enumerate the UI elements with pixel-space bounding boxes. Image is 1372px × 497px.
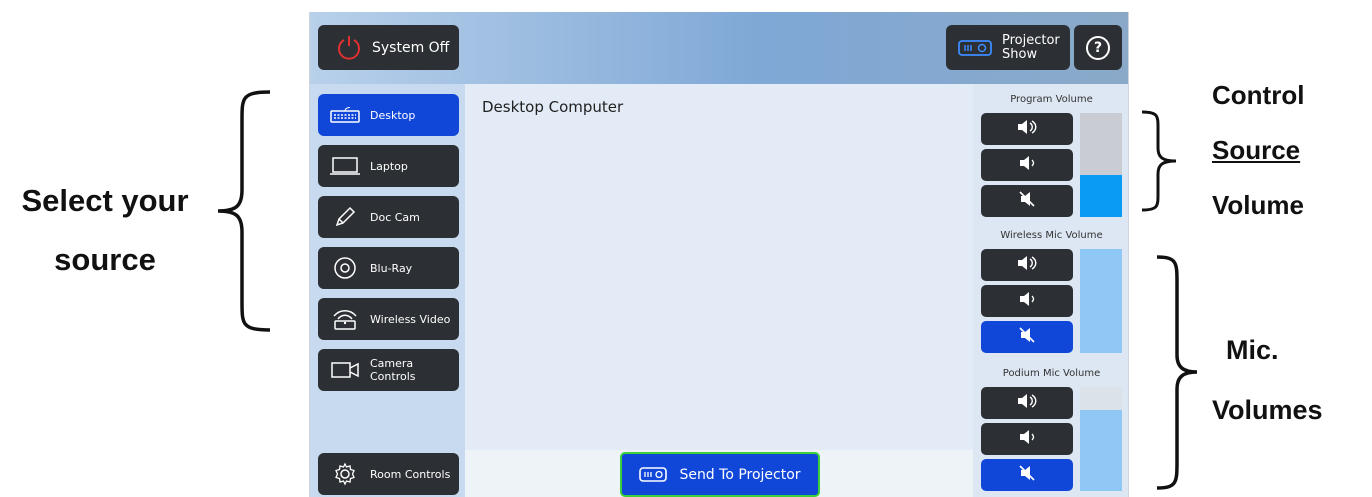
wireless-mic-volume-up-button[interactable] [981,249,1073,281]
volume-up-icon [1016,393,1038,414]
wireless-icon [328,307,362,331]
program-mute-button[interactable] [981,185,1073,217]
source-bluray-button[interactable]: Blu-Ray [318,247,459,289]
projector-show-label-line1: Projector [1002,32,1060,48]
annotation-select-source-line1: Select your [21,183,189,218]
wireless-mic-mute-button[interactable] [981,321,1073,353]
left-brace-icon [217,90,271,332]
annotation-control-line2: Source [1212,135,1301,165]
source-camera-button[interactable]: Camera Controls [318,349,459,391]
keyboard-icon [328,107,362,123]
volume-down-icon [1016,291,1038,312]
podium-mic-volume-level-bar[interactable] [1080,387,1122,491]
send-to-projector-button[interactable]: Send To Projector [620,452,820,497]
podium-mic-volume-up-button[interactable] [981,387,1073,419]
help-button[interactable]: ? [1074,25,1122,70]
mute-icon [1016,190,1038,213]
power-icon [338,35,360,60]
volume-down-icon [1016,429,1038,450]
disc-icon [328,256,362,280]
source-doccam-button[interactable]: Doc Cam [318,196,459,238]
source-desktop-button[interactable]: Desktop [318,94,459,136]
annotation-control-line3: Volume [1212,190,1304,220]
mute-icon [1016,326,1038,349]
help-icon: ? [1086,35,1110,60]
wireless-mic-volume-level-bar[interactable] [1080,249,1122,353]
top-bar: System Off Projector Show ? [310,12,1128,84]
camera-icon [328,360,362,380]
main-content: Desktop Computer Send To Projector [465,84,973,497]
projector-show-label-line2: Show [1002,46,1038,62]
source-bluray-label: Blu-Ray [370,261,413,275]
control-panel: System Off Projector Show ? Desktop Lapt… [309,12,1129,497]
source-doccam-label: Doc Cam [370,210,420,224]
volume-up-icon [1016,119,1038,140]
wireless-mic-volume-down-button[interactable] [981,285,1073,317]
system-off-button[interactable]: System Off [318,25,459,70]
screenshot-canvas: Select your source Control Source Volume… [0,0,1372,497]
source-laptop-button[interactable]: Laptop [318,145,459,187]
system-off-label: System Off [372,39,450,56]
room-controls-button[interactable]: Room Controls [318,453,459,495]
volume-up-icon [1016,255,1038,276]
projector-icon [958,39,992,56]
program-volume-level-fill [1080,175,1122,217]
help-label: ? [1093,39,1103,56]
volume-column: Program Volume Wireless Mic Volume Podiu… [973,84,1128,497]
annotation-control-volume: Control Source Volume [1212,68,1304,233]
pencil-icon [328,206,362,228]
send-to-projector-label: Send To Projector [679,466,801,483]
podium-mic-mute-button[interactable] [981,459,1073,491]
projector-show-label: Projector Show [1002,32,1060,62]
laptop-icon [328,156,362,176]
podium-mic-volume-level-fill [1080,409,1122,491]
annotation-control-line1: Control [1212,80,1305,110]
program-volume-level-bar[interactable] [1080,113,1122,217]
gear-icon [328,462,362,486]
wireless-mic-volume-level-fill [1080,249,1122,353]
source-camera-label: Camera Controls [370,357,416,383]
source-wireless-button[interactable]: Wireless Video [318,298,459,340]
source-desktop-label: Desktop [370,108,416,122]
annotation-mic-line2: Volumes [1212,395,1323,425]
program-volume-up-button[interactable] [981,113,1073,145]
room-controls-label: Room Controls [370,467,451,481]
projector-show-button[interactable]: Projector Show [946,25,1070,70]
mute-icon [1016,464,1038,487]
selected-source-title: Desktop Computer [482,98,624,116]
annotation-select-source-line2: source [54,242,156,277]
annotation-mic-volumes: Mic. Volumes [1212,320,1323,440]
projector-icon [639,466,668,482]
program-volume-title: Program Volume [1010,94,1093,105]
source-laptop-label: Laptop [370,159,408,173]
source-volume-brace-icon [1141,110,1177,212]
source-wireless-label: Wireless Video [370,312,451,326]
source-sidebar: Desktop Laptop Doc Cam Blu-Ray Wireless … [310,84,465,497]
podium-mic-volume-title: Podium Mic Volume [1002,368,1101,379]
mic-volume-brace-icon [1156,255,1198,490]
annotation-select-source: Select your source [10,183,200,278]
podium-mic-volume-down-button[interactable] [981,423,1073,455]
volume-down-icon [1016,155,1038,176]
program-volume-down-button[interactable] [981,149,1073,181]
wireless-mic-volume-title: Wireless Mic Volume [1000,230,1103,241]
annotation-mic-line1: Mic. [1226,335,1279,365]
